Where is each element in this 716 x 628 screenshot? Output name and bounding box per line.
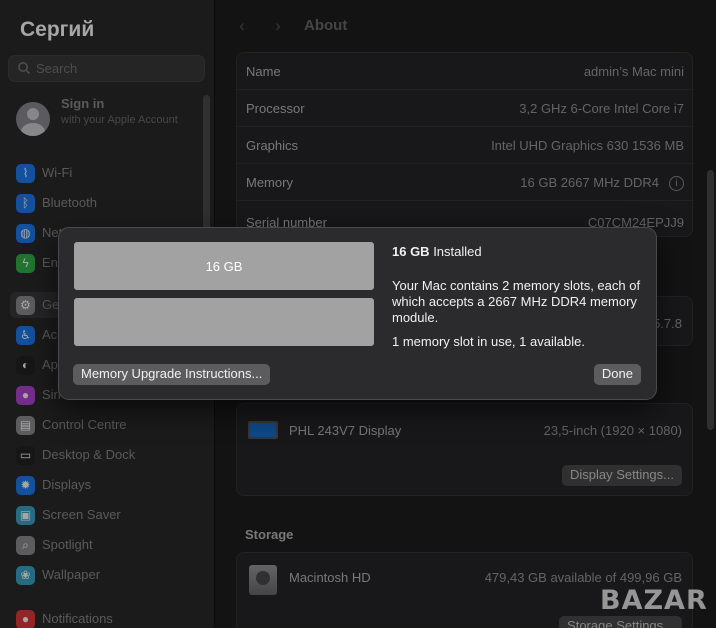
memory-installed-amount: 16 GB [392, 244, 430, 259]
memory-upgrade-instructions-button[interactable]: Memory Upgrade Instructions... [73, 364, 271, 385]
done-button[interactable]: Done [593, 364, 641, 385]
memory-slot-label: 16 GB [205, 259, 243, 274]
memory-installed-suffix: Installed [429, 244, 482, 259]
memory-usage: 1 memory slot in use, 1 available. [392, 334, 585, 349]
memory-installed-heading: 16 GB Installed [392, 244, 482, 259]
memory-slot-1: 16 GB [74, 242, 374, 290]
watermark-logo: BAZAR [600, 585, 708, 616]
memory-sheet: 16 GB 16 GB Installed Your Mac contains … [58, 227, 657, 400]
memory-slot-2 [74, 298, 374, 346]
system-settings-window: Сергий Search Sign in with your Apple Ac… [0, 0, 716, 628]
memory-description: Your Mac contains 2 memory slots, each o… [392, 278, 641, 325]
